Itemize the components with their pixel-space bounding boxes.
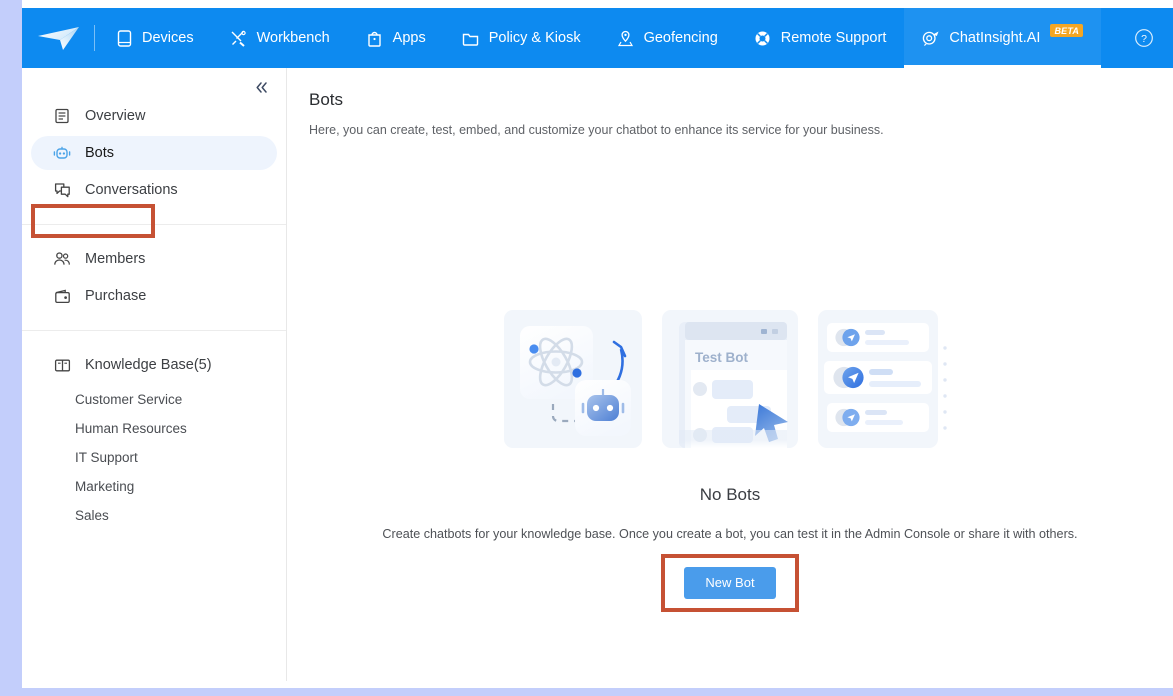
sidebar-item-members[interactable]: Members <box>31 242 277 276</box>
wallet-icon <box>53 287 71 305</box>
nav-item-chatinsight-ai[interactable]: ChatInsight.AI BETA <box>904 8 1101 68</box>
sidebar-subitem-label: IT Support <box>75 450 138 465</box>
nav-items-list: Devices Workbench Apps Policy & Kiosk <box>97 8 1133 68</box>
logo-divider <box>94 25 95 51</box>
device-phone-icon <box>115 29 133 47</box>
sidebar-item-label: Knowledge Base(5) <box>85 357 212 373</box>
atom-and-robot-illustration <box>503 304 643 452</box>
two-people-icon <box>53 250 71 268</box>
map-pin-icon <box>617 29 635 47</box>
nav-item-workbench[interactable]: Workbench <box>212 8 348 68</box>
tools-icon <box>230 29 248 47</box>
nav-label: Workbench <box>257 30 330 46</box>
sidebar-subitem-human-resources[interactable]: Human Resources <box>22 414 286 443</box>
sidebar-group-knowledge-base: Knowledge Base(5) Customer Service Human… <box>22 330 286 530</box>
afterlogo-arrow-icon <box>34 23 82 53</box>
empty-state: Test Bot <box>287 304 1173 599</box>
svg-text:?: ? <box>1141 33 1147 45</box>
folder-icon <box>462 29 480 47</box>
page-body: Overview Bots Conversations <box>22 68 1173 681</box>
sidebar-item-conversations[interactable]: Conversations <box>31 173 277 207</box>
sidebar-item-label: Members <box>85 251 145 267</box>
help-button[interactable]: ? <box>1133 27 1155 49</box>
sidebar-subitem-it-support[interactable]: IT Support <box>22 443 286 472</box>
sidebar-group-primary: Overview Bots Conversations <box>22 68 286 224</box>
nav-label: Geofencing <box>644 30 718 46</box>
message-list-illustration <box>817 304 957 452</box>
nav-label: ChatInsight.AI <box>949 30 1040 46</box>
test-bot-window-illustration: Test Bot <box>661 304 799 452</box>
sidebar-item-knowledge-base[interactable]: Knowledge Base(5) <box>31 348 277 382</box>
page-title: Bots <box>309 90 1149 110</box>
sidebar-item-overview[interactable]: Overview <box>31 99 277 133</box>
sidebar-item-purchase[interactable]: Purchase <box>31 279 277 313</box>
nav-label: Policy & Kiosk <box>489 30 581 46</box>
sidebar-subitem-label: Marketing <box>75 479 134 494</box>
document-lines-icon <box>53 107 71 125</box>
sidebar-item-label: Purchase <box>85 288 146 304</box>
nav-label: Devices <box>142 30 194 46</box>
top-navigation-bar: Devices Workbench Apps Policy & Kiosk <box>22 8 1173 68</box>
beta-badge: BETA <box>1050 24 1083 37</box>
nav-item-apps[interactable]: Apps <box>348 8 444 68</box>
sidebar-group-account: Members Purchase <box>22 224 286 330</box>
chat-target-icon <box>922 29 940 47</box>
sidebar-subitem-label: Human Resources <box>75 421 187 436</box>
empty-state-title: No Bots <box>700 485 760 505</box>
sidebar-subitem-sales[interactable]: Sales <box>22 501 286 530</box>
nav-label: Apps <box>393 30 426 46</box>
nav-item-remote-support[interactable]: Remote Support <box>736 8 905 68</box>
sidebar-collapse-button[interactable] <box>250 76 272 98</box>
app-logo[interactable] <box>22 8 94 68</box>
new-bot-button-wrapper: New Bot <box>684 567 775 599</box>
sidebar-subitem-label: Sales <box>75 508 109 523</box>
robot-head-icon <box>53 144 71 162</box>
new-bot-button[interactable]: New Bot <box>684 567 775 599</box>
application-window: Devices Workbench Apps Policy & Kiosk <box>22 0 1173 688</box>
sidebar-subitem-label: Customer Service <box>75 392 182 407</box>
sidebar-item-label: Bots <box>85 145 114 161</box>
empty-state-description: Create chatbots for your knowledge base.… <box>382 527 1077 541</box>
double-chevron-left-icon <box>253 79 270 96</box>
lifebuoy-icon <box>754 29 772 47</box>
sidebar-item-label: Conversations <box>85 182 178 198</box>
svg-text:Test Bot: Test Bot <box>695 350 749 365</box>
nav-item-policy-kiosk[interactable]: Policy & Kiosk <box>444 8 599 68</box>
empty-state-illustration: Test Bot <box>503 304 957 452</box>
chat-bubbles-icon <box>53 181 71 199</box>
question-circle-icon: ? <box>1134 28 1154 48</box>
page-subtitle: Here, you can create, test, embed, and c… <box>309 123 1149 137</box>
shopping-bag-icon <box>366 29 384 47</box>
open-book-icon <box>53 356 71 374</box>
nav-label: Remote Support <box>781 30 887 46</box>
sidebar-subitem-marketing[interactable]: Marketing <box>22 472 286 501</box>
sidebar: Overview Bots Conversations <box>22 68 287 681</box>
sidebar-item-bots[interactable]: Bots <box>31 136 277 170</box>
sidebar-item-label: Overview <box>85 108 145 124</box>
nav-item-devices[interactable]: Devices <box>97 8 212 68</box>
main-content: Bots Here, you can create, test, embed, … <box>287 68 1173 681</box>
sidebar-subitem-customer-service[interactable]: Customer Service <box>22 385 286 414</box>
nav-item-geofencing[interactable]: Geofencing <box>599 8 736 68</box>
